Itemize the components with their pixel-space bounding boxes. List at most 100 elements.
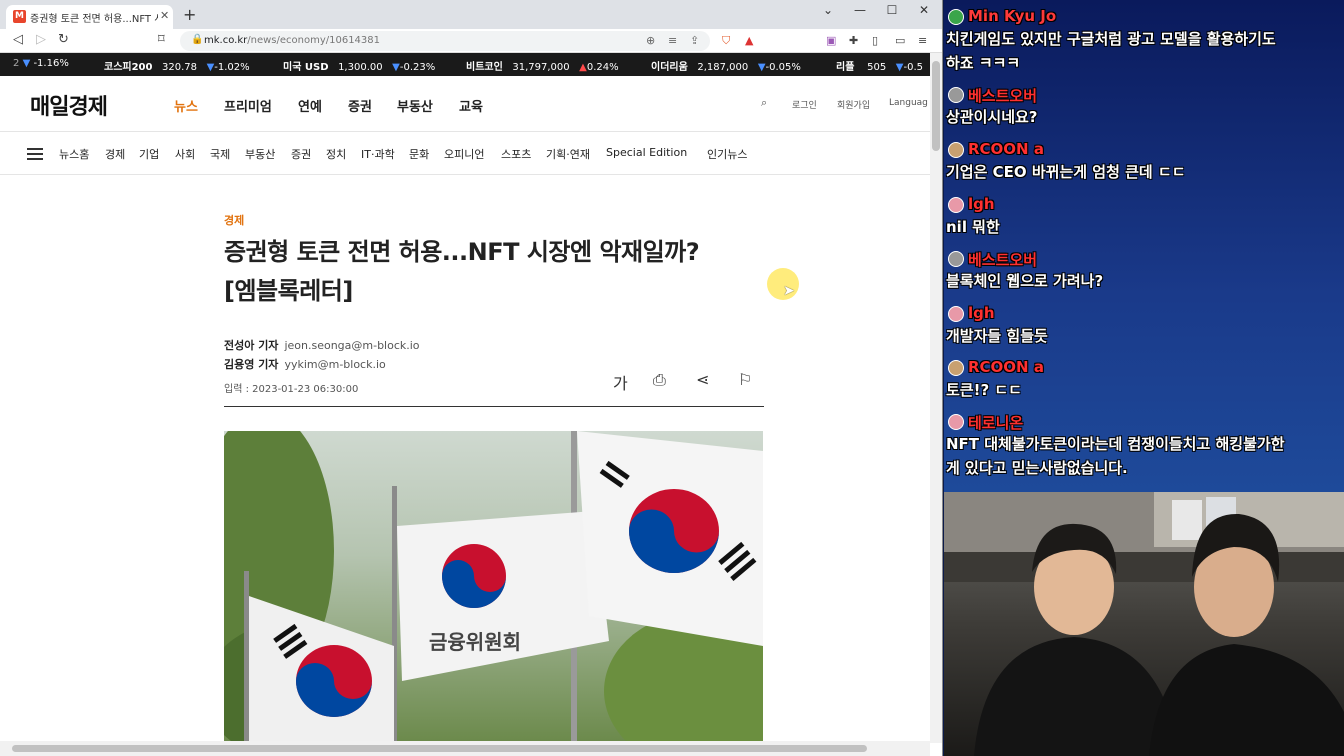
reload-icon[interactable]: ↻ xyxy=(58,32,69,47)
cat-real-estate[interactable]: 부동산 xyxy=(245,146,275,162)
close-tab-icon[interactable]: ✕ xyxy=(160,9,169,22)
nav-entertainment[interactable]: 연예 xyxy=(298,96,322,115)
cat-opinion[interactable]: 오피니언 xyxy=(444,146,484,162)
chat-message: 베스트오버 상관이시네요? xyxy=(946,85,1344,129)
screen: M 증권형 토큰 전면 허용...NFT 시장엔 악재일까? [엠블록레터] ✕… xyxy=(0,0,1344,756)
minimize-button[interactable]: — xyxy=(850,3,870,17)
sidebar-icon[interactable]: ▯ xyxy=(872,34,878,47)
flags-photo-illustration: 금융위원회 xyxy=(224,431,763,741)
login-link[interactable]: 로그인 xyxy=(792,98,817,111)
tab-search-icon[interactable]: ⌄ xyxy=(818,3,838,17)
cat-features[interactable]: 기획·연재 xyxy=(546,146,590,162)
cat-business[interactable]: 기업 xyxy=(139,146,159,162)
nav-news[interactable]: 뉴스 xyxy=(174,96,198,115)
address-bar[interactable]: 🔒 mk.co.kr/news/economy/10614381 ⊕ ≡ ⇪ xyxy=(180,31,710,51)
browser-toolbar: ◁ ▷ ↻ ⌑ 🔒 mk.co.kr/news/economy/10614381… xyxy=(0,29,942,53)
author-email[interactable]: yykim@m-block.io xyxy=(284,358,385,371)
bookmark-icon[interactable]: ⚐ xyxy=(738,370,752,389)
site-header: 매일경제 뉴스 프리미엄 연예 증권 부동산 교육 ⌕ 로그인 회원가입 Lan… xyxy=(0,76,930,131)
new-tab-button[interactable]: + xyxy=(183,5,196,24)
nav-education[interactable]: 교육 xyxy=(459,96,483,115)
extension-m-icon[interactable]: ▣ xyxy=(826,34,836,47)
cat-politics[interactable]: 정치 xyxy=(326,146,346,162)
article-section[interactable]: 경제 xyxy=(224,212,244,228)
cat-economy[interactable]: 경제 xyxy=(105,146,125,162)
scroll-thumb[interactable] xyxy=(12,745,867,752)
chat-message: RCOON a 토큰!? ㄷㄷ xyxy=(946,358,1344,402)
ticker-item[interactable]: 리플 505 ▼-0.5 xyxy=(836,58,923,73)
tab-title: 증권형 토큰 전면 허용...NFT 시장엔 악재일까? [엠블록레터] xyxy=(30,14,158,25)
chat-username: RCOON a xyxy=(946,358,1344,378)
live-chat-overlay: Min Kyu Jo 치킨게임도 있지만 구글처럼 광고 모델을 활용하기도 하… xyxy=(944,0,1344,492)
share-icon[interactable]: ⇪ xyxy=(690,34,699,47)
avatar-icon xyxy=(948,197,964,213)
category-nav: 뉴스홈 경제 기업 사회 국제 부동산 증권 정치 IT·과학 문화 오피니언 … xyxy=(0,131,930,175)
nav-real-estate[interactable]: 부동산 xyxy=(397,96,433,115)
lock-icon: 🔒 xyxy=(191,34,204,45)
chat-text: 치킨게임도 있지만 구글처럼 광고 모델을 활용하기도 하죠 ㅋㅋㅋ xyxy=(946,30,1276,72)
cat-it-science[interactable]: IT·과학 xyxy=(361,146,395,162)
ticker-item[interactable]: 코스피200 320.78 ▼-1.02% xyxy=(104,58,250,73)
print-icon[interactable]: ⎙ xyxy=(653,370,666,390)
cat-special-edition[interactable]: Special Edition xyxy=(606,146,687,159)
chat-text: 상관이시네요? xyxy=(946,108,1038,126)
chat-username: lgh xyxy=(946,304,1344,324)
horizontal-scrollbar[interactable] xyxy=(0,741,930,756)
ticker-item[interactable]: 비트코인 31,797,000 ▲0.24% xyxy=(466,58,619,73)
ticker-item[interactable]: 이더리움 2,187,000 ▼-0.05% xyxy=(651,58,801,73)
brave-shield-icon[interactable]: ⛉ xyxy=(722,34,730,48)
mouse-cursor-icon: ➤ xyxy=(783,283,795,299)
headline-line-1: 증권형 토큰 전면 허용...NFT 시장엔 악재일까? xyxy=(224,238,700,266)
close-window-button[interactable]: ✕ xyxy=(914,3,934,17)
rewards-icon[interactable]: ▲ xyxy=(745,34,753,47)
cat-sports[interactable]: 스포츠 xyxy=(501,146,531,162)
chat-message: lgh 개발자들 힘들듯 xyxy=(946,304,1344,348)
nav-stocks[interactable]: 증권 xyxy=(348,96,372,115)
avatar-icon xyxy=(948,414,964,430)
article-headline: 증권형 토큰 전면 허용...NFT 시장엔 악재일까? [엠블록레터] xyxy=(224,233,764,311)
chat-text: 개발자들 힘들듯 xyxy=(946,327,1048,345)
forward-icon[interactable]: ▷ xyxy=(36,32,46,47)
chat-message: lgh nil 뭐한 xyxy=(946,195,1344,239)
ticker-item[interactable]: 2 ▼ -1.16% xyxy=(13,58,69,69)
puzzle-icon[interactable]: ✚ xyxy=(849,34,858,47)
site-logo[interactable]: 매일경제 xyxy=(30,89,108,121)
cat-stocks[interactable]: 증권 xyxy=(291,146,311,162)
chat-text: 기업은 CEO 바뀌는게 엄청 큰데 ㄷㄷ xyxy=(946,163,1186,181)
chat-text: nil 뭐한 xyxy=(946,218,1000,236)
url-text: mk.co.kr/news/economy/10614381 xyxy=(204,35,381,46)
chat-message: 베스트오버 블록체인 웹으로 가려나? xyxy=(946,249,1344,293)
chat-username: lgh xyxy=(946,195,1344,215)
vertical-scrollbar[interactable] xyxy=(930,53,942,743)
cat-society[interactable]: 사회 xyxy=(175,146,195,162)
browser-tab[interactable]: M 증권형 토큰 전면 허용...NFT 시장엔 악재일까? [엠블록레터] ✕ xyxy=(6,5,173,29)
publish-date: 입력 : 2023-01-23 06:30:00 xyxy=(224,384,359,395)
chat-text: 토큰!? ㄷㄷ xyxy=(946,381,1022,399)
font-size-button[interactable]: 가 xyxy=(613,370,628,394)
avatar-icon xyxy=(948,9,964,25)
headline-line-2: [엠블록레터] xyxy=(224,277,353,305)
cat-international[interactable]: 국제 xyxy=(210,146,230,162)
language-link[interactable]: Languag xyxy=(889,98,928,108)
hamburger-menu-icon[interactable] xyxy=(27,148,43,160)
back-icon[interactable]: ◁ xyxy=(13,32,23,47)
cat-news-home[interactable]: 뉴스홈 xyxy=(59,146,89,162)
share-icon[interactable]: ⋖ xyxy=(696,370,709,389)
author-email[interactable]: jeon.seonga@m-block.io xyxy=(284,339,419,352)
signup-link[interactable]: 회원가입 xyxy=(837,98,870,111)
ticker-item[interactable]: 미국 USD 1,300.00 ▼-0.23% xyxy=(283,58,435,73)
author-byline: 김용영 기자 yykim@m-block.io xyxy=(224,358,386,371)
chat-text: NFT 대체불가토큰이라는데 컴쟁이들치고 해킹불가한 게 있다고 믿는사람없습… xyxy=(946,435,1285,477)
menu-icon[interactable]: ≡ xyxy=(918,34,927,47)
nav-premium[interactable]: 프리미엄 xyxy=(224,96,272,115)
wallet-icon[interactable]: ▭ xyxy=(895,34,905,47)
bookmark-icon[interactable]: ⌑ xyxy=(158,32,165,47)
search-icon[interactable]: ⌕ xyxy=(761,96,767,110)
cat-popular[interactable]: 인기뉴스 xyxy=(707,146,747,162)
scroll-thumb[interactable] xyxy=(932,61,940,151)
cat-culture[interactable]: 문화 xyxy=(409,146,429,162)
zoom-icon[interactable]: ⊕ xyxy=(646,34,655,47)
maximize-button[interactable]: ☐ xyxy=(882,3,902,17)
divider xyxy=(224,406,764,407)
reader-mode-icon[interactable]: ≡ xyxy=(668,34,677,47)
